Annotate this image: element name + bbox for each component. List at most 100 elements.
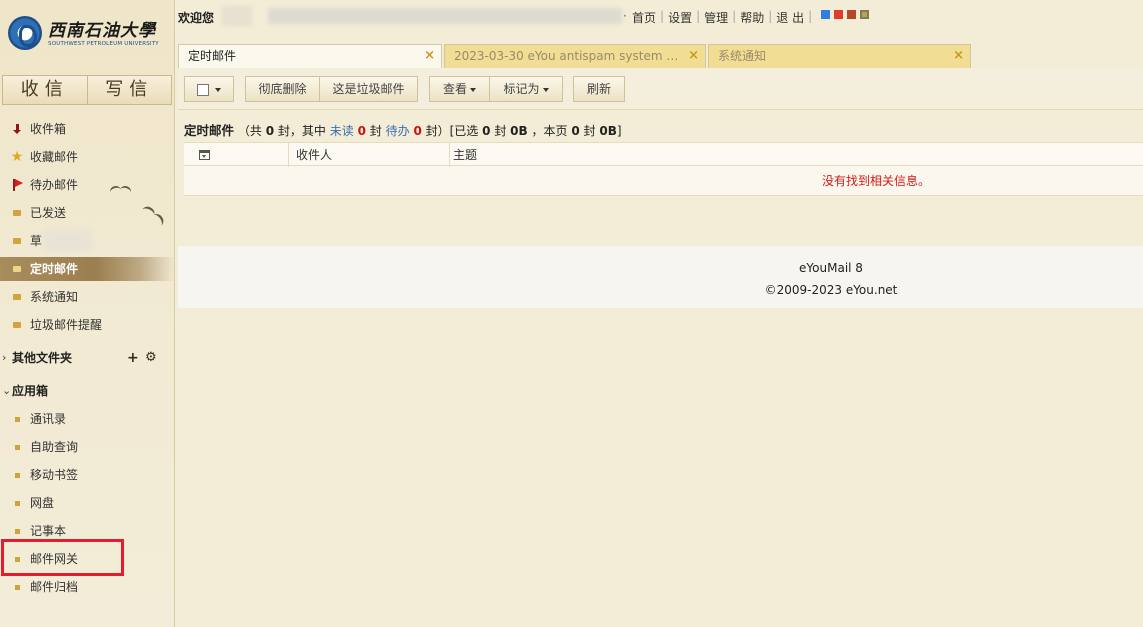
unread-count: 0 [357, 124, 366, 138]
chevron-down-icon [540, 82, 549, 96]
star-icon: ★ [10, 149, 24, 165]
mark-as-label: 标记为 [503, 82, 540, 96]
app-label: 移动书签 [30, 468, 79, 482]
todo-link[interactable]: 待办 [386, 124, 410, 138]
select-all-dropdown[interactable] [184, 76, 234, 102]
flag-icon [11, 179, 23, 191]
mark-as-dropdown[interactable]: 标记为 [489, 76, 563, 102]
separator: · [623, 9, 627, 23]
skin-beige-icon[interactable] [860, 10, 869, 19]
close-icon[interactable]: × [424, 45, 435, 67]
inbox-arrow-icon [11, 123, 23, 135]
column-options[interactable] [184, 143, 289, 167]
empty-message: 没有找到相关信息。 [184, 166, 1143, 196]
sidebar: 西南石油大學 SOUTHWEST PETROLEUM UNIVERSITY 收信… [0, 0, 175, 627]
app-label: 通讯录 [30, 412, 67, 426]
folder-label: 已发送 [30, 206, 67, 220]
gear-icon[interactable]: ⚙ [145, 347, 157, 369]
copyright: ©2009-2023 eYou.net [764, 283, 898, 297]
folder-system-notice[interactable]: 系统通知 [0, 285, 175, 309]
app-contacts[interactable]: 通讯录 [0, 407, 175, 431]
folder-label: 收藏邮件 [30, 150, 79, 164]
close-icon[interactable]: × [688, 45, 699, 67]
folder-inbox[interactable]: 收件箱 [0, 117, 175, 141]
folder-label: 收件箱 [30, 122, 67, 136]
bullet-icon [11, 413, 23, 425]
app-mail-gateway[interactable]: 邮件网关 [0, 547, 175, 571]
folder-todo[interactable]: 待办邮件 [0, 173, 175, 197]
refresh-button[interactable]: 刷新 [573, 76, 625, 102]
app-notepad[interactable]: 记事本 [0, 519, 175, 543]
help-link[interactable]: 帮助 [740, 9, 764, 26]
close-icon[interactable]: × [953, 45, 964, 67]
tab-scheduled-mail[interactable]: 定时邮件 × [178, 44, 442, 68]
apps-header[interactable]: ⌄ 应用箱 [0, 380, 175, 402]
bullet-icon [11, 581, 23, 593]
mark-spam-button[interactable]: 这是垃圾邮件 [319, 76, 418, 102]
folder-icon [11, 291, 23, 303]
compose-mail-button[interactable]: 写信 [86, 76, 172, 104]
product-version: eYouMail 8 [799, 261, 863, 275]
decorative-bird [110, 186, 132, 196]
other-folders-header[interactable]: › 其他文件夹 + ⚙ [0, 347, 175, 369]
bullet-icon [11, 553, 23, 565]
collapse-chevron-icon: ⌄ [2, 384, 12, 397]
admin-link[interactable]: 管理 [704, 9, 728, 26]
logo-name-en: SOUTHWEST PETROLEUM UNIVERSITY [48, 41, 159, 47]
skin-picker [821, 10, 869, 19]
folder-drafts[interactable]: 草 [0, 229, 175, 253]
app-self-service[interactable]: 自助查询 [0, 435, 175, 459]
unread-link[interactable]: 未读 [330, 124, 354, 138]
app-netdisk[interactable]: 网盘 [0, 491, 175, 515]
folder-label: 草 [30, 234, 43, 248]
folder-summary: 定时邮件 （共 0 封，其中 未读 0 封 待办 0 封）[已选 0 封 0B … [184, 123, 622, 138]
chevron-down-icon [212, 82, 221, 96]
folder-label: 待办邮件 [30, 178, 79, 192]
app-label: 自助查询 [30, 440, 79, 454]
add-folder-icon[interactable]: + [127, 347, 139, 369]
folder-icon [11, 263, 23, 275]
folder-starred[interactable]: ★ 收藏邮件 [0, 145, 175, 169]
settings-link[interactable]: 设置 [668, 9, 692, 26]
tab-antispam-notice[interactable]: 2023-03-30 eYou antispam system no... × [444, 44, 706, 68]
home-link[interactable]: 首页 [632, 9, 656, 26]
column-subject[interactable]: 主题 [451, 143, 477, 167]
folder-spam-reminder[interactable]: 垃圾邮件提醒 [0, 313, 175, 337]
folder-label: 定时邮件 [30, 262, 79, 276]
todo-count: 0 [413, 124, 422, 138]
redacted-blur [222, 6, 252, 26]
skin-brown-icon[interactable] [847, 10, 856, 19]
bullet-icon [11, 497, 23, 509]
chevron-down-icon [467, 82, 476, 96]
delete-forever-button[interactable]: 彻底删除 [245, 76, 320, 102]
folder-icon [11, 235, 23, 247]
folder-icon [11, 319, 23, 331]
column-menu-icon [199, 150, 210, 160]
app-mail-archive[interactable]: 邮件归档 [0, 575, 175, 599]
top-bar: 欢迎您 · 首页 | 设置 | 管理 | 帮助 | 退 出 | [178, 0, 1143, 36]
checkbox-icon [197, 83, 209, 96]
tab-system-notice[interactable]: 系统通知 × [708, 44, 971, 68]
app-label: 邮件网关 [30, 552, 79, 566]
mail-list-panel: 定时邮件 （共 0 封，其中 未读 0 封 待办 0 封）[已选 0 封 0B … [178, 110, 1143, 627]
folder-icon [11, 207, 23, 219]
logout-link[interactable]: 退 出 [776, 9, 804, 26]
receive-mail-button[interactable]: 收信 [3, 76, 87, 104]
bullet-icon [11, 469, 23, 481]
view-dropdown[interactable]: 查看 [429, 76, 490, 102]
total-count: 0 [265, 124, 275, 138]
app-label: 网盘 [30, 496, 55, 510]
app-mobile-bookmarks[interactable]: 移动书签 [0, 463, 175, 487]
column-recipient[interactable]: 收件人 [290, 143, 450, 167]
view-label: 查看 [442, 82, 467, 96]
selected-count: 0 [482, 124, 491, 138]
folder-scheduled[interactable]: 定时邮件 [0, 257, 175, 281]
skin-red-icon[interactable] [834, 10, 843, 19]
app-label: 邮件归档 [30, 580, 79, 594]
top-links: 首页 | 设置 | 管理 | 帮助 | 退 出 | [632, 9, 813, 26]
redacted-blur [44, 230, 92, 252]
folder-label: 系统通知 [30, 290, 79, 304]
skin-blue-icon[interactable] [821, 10, 830, 19]
logo-name-cn: 西南石油大學 [48, 21, 156, 41]
university-logo[interactable]: 西南石油大學 SOUTHWEST PETROLEUM UNIVERSITY [8, 14, 168, 54]
